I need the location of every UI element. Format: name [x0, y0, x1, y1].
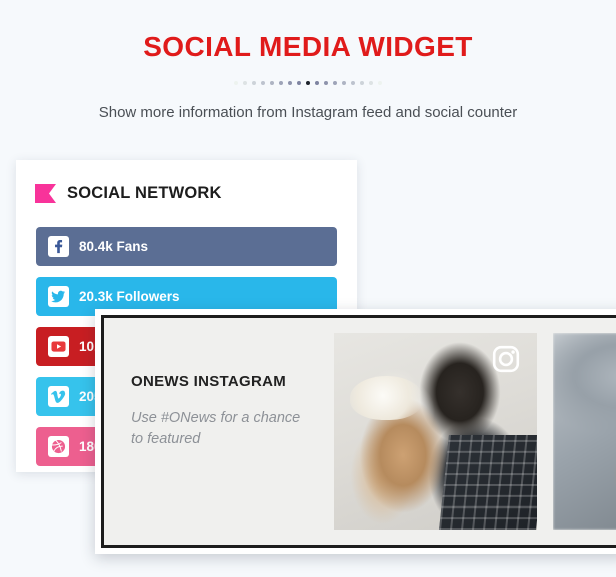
dot-indicator: [252, 81, 256, 85]
vimeo-icon: [48, 386, 69, 407]
instagram-photo-wedding-couple[interactable]: [334, 333, 537, 530]
dot-indicator: [315, 81, 319, 85]
instagram-text-column: ONEWS INSTAGRAM Use #ONews for a chance …: [104, 318, 334, 545]
social-network-title: SOCIAL NETWORK: [67, 183, 222, 202]
youtube-icon: [48, 336, 69, 357]
dot-indicator: [261, 81, 265, 85]
dot-indicator: [297, 81, 301, 85]
instagram-subtext: Use #ONews for a chance to featured: [131, 410, 301, 448]
dot-indicator: [378, 81, 382, 85]
social-network-card-header: SOCIAL NETWORK: [16, 160, 357, 208]
instagram-photo-strip: [334, 318, 616, 545]
dot-indicator: [333, 81, 337, 85]
page-header: SOCIAL MEDIA WIDGET Show more informatio…: [0, 0, 616, 121]
dot-indicator: [324, 81, 328, 85]
dot-indicator: [360, 81, 364, 85]
twitter-icon: [48, 286, 69, 307]
instagram-icon: [492, 345, 520, 373]
instagram-heading: ONEWS INSTAGRAM: [131, 373, 287, 390]
dot-indicator: [306, 81, 310, 85]
dot-indicator: [270, 81, 274, 85]
instagram-panel: ONEWS INSTAGRAM Use #ONews for a chance …: [95, 309, 616, 554]
social-button-label: 80.4k Fans: [79, 239, 149, 254]
dot-indicator: [288, 81, 292, 85]
dot-indicator: [369, 81, 373, 85]
photo-flower-crown: [350, 376, 424, 420]
instagram-photo-food-bowl[interactable]: [553, 333, 616, 530]
page-subtitle: Show more information from Instagram fee…: [98, 104, 518, 121]
dot-indicator: [279, 81, 283, 85]
dots-decoration: [0, 78, 616, 88]
dot-indicator: [234, 81, 238, 85]
dot-indicator: [351, 81, 355, 85]
photo-backdrop: [553, 333, 616, 530]
social-button-label: 20.3k Followers: [79, 289, 180, 304]
dot-indicator: [342, 81, 346, 85]
instagram-panel-inner: ONEWS INSTAGRAM Use #ONews for a chance …: [101, 315, 616, 548]
facebook-icon: [48, 236, 69, 257]
dot-indicator: [243, 81, 247, 85]
photo-plaid-shirt: [438, 435, 537, 530]
page-title: SOCIAL MEDIA WIDGET: [143, 31, 473, 62]
dribbble-icon: [48, 436, 69, 457]
social-button-facebook[interactable]: 80.4k Fans: [36, 227, 337, 266]
flag-icon: [35, 183, 56, 203]
